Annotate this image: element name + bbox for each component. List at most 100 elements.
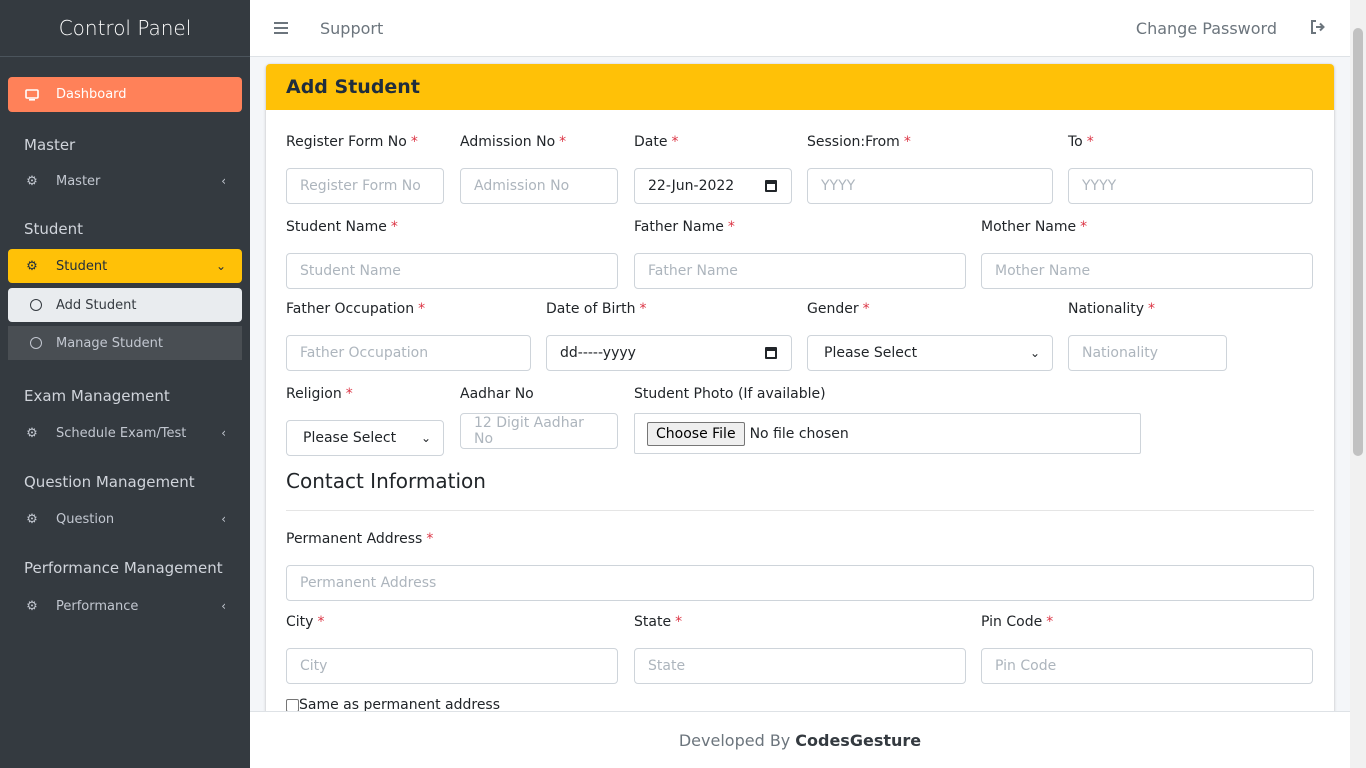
same-as-permanent-checkbox[interactable]: [286, 698, 299, 712]
father-name-input[interactable]: Father Name: [634, 253, 966, 289]
mother-name-label: Mother Name *: [981, 219, 1088, 235]
calendar-icon[interactable]: [765, 180, 777, 192]
chevron-down-icon: ⌄: [1029, 346, 1040, 360]
father-name-group: Father Name * Father Name: [634, 219, 966, 289]
page-scrollbar[interactable]: [1350, 0, 1366, 768]
brand-title: Control Panel: [58, 16, 192, 40]
chevron-down-icon: ⌄: [420, 431, 431, 445]
nav-header-exam: Exam Management: [24, 387, 170, 405]
session-to-input[interactable]: YYYY: [1068, 168, 1313, 204]
footer: Developed By CodesGesture: [250, 711, 1350, 768]
brand[interactable]: Control Panel: [0, 0, 250, 57]
divider: [286, 510, 1314, 511]
dob-group: Date of Birth * dd-----yyyy: [546, 301, 792, 371]
sidebar-item-question[interactable]: ⚙ Question ‹: [8, 501, 242, 537]
nationality-group: Nationality * Nationality: [1068, 301, 1227, 371]
date-group: Date * 22-Jun-2022: [634, 134, 792, 204]
religion-group: Religion * Please Select ⌄: [286, 386, 444, 456]
page-title: Add Student: [286, 76, 420, 98]
dob-input[interactable]: dd-----yyyy: [546, 335, 792, 371]
permanent-address-group: Permanent Address * Permanent Address: [286, 531, 1314, 601]
sidebar-item-label: Dashboard: [56, 87, 127, 102]
hamburger-menu-icon[interactable]: [274, 22, 288, 34]
pin-code-label: Pin Code *: [981, 614, 1054, 630]
gear-icon: ⚙: [26, 598, 38, 614]
mother-name-input[interactable]: Mother Name: [981, 253, 1313, 289]
permanent-address-input[interactable]: Permanent Address: [286, 565, 1314, 601]
aadhar-label: Aadhar No: [460, 386, 534, 402]
top-navbar: Support Change Password: [250, 0, 1350, 57]
sidebar-item-label: Master: [56, 173, 101, 189]
nav-header-question: Question Management: [24, 473, 195, 491]
sidebar-item-student[interactable]: ⚙ Student ⌄: [8, 249, 242, 283]
student-photo-file-input[interactable]: Choose File No file chosen: [634, 413, 1141, 454]
sidebar-item-label: Performance: [56, 598, 139, 614]
city-label: City *: [286, 614, 325, 630]
change-password-link[interactable]: Change Password: [1136, 19, 1277, 38]
sidebar-item-label: Question: [56, 511, 115, 527]
session-from-label: Session:From *: [807, 134, 911, 150]
admission-no-input[interactable]: Admission No: [460, 168, 618, 204]
religion-select[interactable]: Please Select ⌄: [286, 420, 444, 456]
student-photo-group: Student Photo (If available) Choose File…: [634, 386, 1141, 454]
scrollbar-thumb[interactable]: [1353, 28, 1363, 456]
choose-file-button[interactable]: Choose File: [647, 421, 745, 446]
gender-select[interactable]: Please Select ⌄: [807, 335, 1053, 371]
sidebar-item-label: Schedule Exam/Test: [56, 425, 187, 441]
nav-header-student: Student: [24, 220, 84, 238]
admission-no-label: Admission No *: [460, 134, 567, 150]
sidebar-item-master[interactable]: ⚙ Master ‹: [8, 163, 242, 199]
aadhar-input[interactable]: 12 Digit Aadhar No: [460, 413, 618, 449]
state-group: State * State: [634, 614, 966, 684]
session-from-group: Session:From * YYYY: [807, 134, 1053, 204]
state-label: State *: [634, 614, 683, 630]
gender-group: Gender * Please Select ⌄: [807, 301, 1053, 371]
nationality-label: Nationality *: [1068, 301, 1156, 317]
mother-name-group: Mother Name * Mother Name: [981, 219, 1313, 289]
nav-header-master: Master: [24, 136, 76, 154]
support-link[interactable]: Support: [320, 19, 383, 38]
student-name-label: Student Name *: [286, 219, 398, 235]
nationality-input[interactable]: Nationality: [1068, 335, 1227, 371]
sidebar-subitem-manage-student[interactable]: Manage Student: [8, 326, 242, 360]
session-from-input[interactable]: YYYY: [807, 168, 1053, 204]
file-status: No file chosen: [749, 425, 849, 442]
chevron-left-icon: ‹: [221, 512, 226, 526]
gear-icon: ⚙: [26, 425, 38, 441]
gear-icon: ⚙: [26, 258, 38, 274]
gear-icon: ⚙: [26, 511, 38, 527]
aadhar-group: Aadhar No 12 Digit Aadhar No: [460, 386, 618, 449]
admission-no-group: Admission No * Admission No: [460, 134, 618, 204]
session-to-label: To *: [1068, 134, 1094, 150]
sidebar-item-performance[interactable]: ⚙ Performance ‹: [8, 588, 242, 624]
footer-brand: CodesGesture: [795, 730, 922, 750]
pin-code-input[interactable]: Pin Code: [981, 648, 1313, 684]
nav-header-performance: Performance Management: [24, 559, 223, 577]
date-input[interactable]: 22-Jun-2022: [634, 168, 792, 204]
sidebar-subitem-add-student[interactable]: Add Student: [8, 288, 242, 322]
student-photo-label: Student Photo (If available): [634, 386, 826, 402]
father-occupation-label: Father Occupation *: [286, 301, 426, 317]
register-form-no-label: Register Form No *: [286, 134, 418, 150]
sidebar-item-schedule-exam[interactable]: ⚙ Schedule Exam/Test ‹: [8, 415, 242, 451]
religion-label: Religion *: [286, 386, 353, 402]
state-input[interactable]: State: [634, 648, 966, 684]
student-name-input[interactable]: Student Name: [286, 253, 618, 289]
chevron-left-icon: ‹: [221, 599, 226, 613]
register-form-no-input[interactable]: Register Form No: [286, 168, 444, 204]
calendar-icon[interactable]: [765, 347, 777, 359]
monitor-icon: [24, 88, 40, 101]
city-input[interactable]: City: [286, 648, 618, 684]
gender-label: Gender *: [807, 301, 870, 317]
father-occupation-input[interactable]: Father Occupation: [286, 335, 531, 371]
city-group: City * City: [286, 614, 618, 684]
session-to-group: To * YYYY: [1068, 134, 1313, 204]
sign-out-icon[interactable]: [1310, 19, 1326, 38]
circle-icon: [30, 299, 42, 311]
pin-code-group: Pin Code * Pin Code: [981, 614, 1313, 684]
father-name-label: Father Name *: [634, 219, 735, 235]
date-label: Date *: [634, 134, 679, 150]
footer-prefix: Developed By: [678, 730, 791, 750]
sidebar-item-dashboard[interactable]: Dashboard: [8, 77, 242, 112]
sidebar-subitem-label: Add Student: [56, 297, 137, 313]
